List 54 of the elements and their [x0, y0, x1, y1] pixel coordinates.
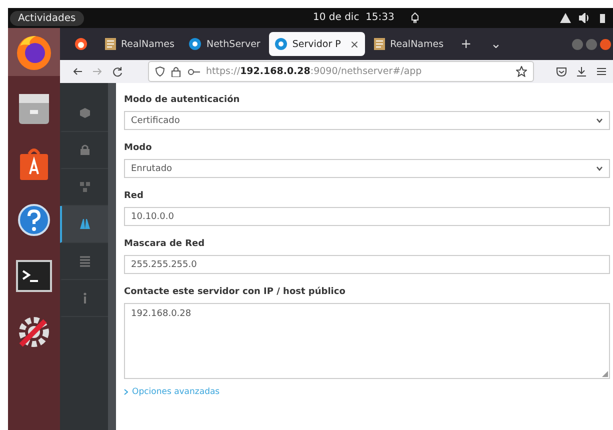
browser-tab[interactable]: NethServer	[183, 32, 266, 56]
lock-icon	[79, 144, 91, 156]
document-icon	[374, 38, 386, 50]
input-field[interactable]: 10.10.0.0	[124, 207, 610, 226]
chevron-down-icon	[596, 118, 603, 123]
back-icon[interactable]	[72, 66, 83, 77]
terminal-icon[interactable]	[16, 260, 52, 292]
server-logo-icon	[275, 38, 288, 50]
shield-icon	[155, 66, 165, 77]
text-area[interactable]: 192.168.0.28	[124, 303, 610, 379]
blocks-icon	[79, 181, 91, 193]
nav-item[interactable]	[60, 206, 108, 243]
close-icon[interactable]	[600, 38, 611, 50]
input-field[interactable]: 255.255.255.0	[124, 255, 610, 274]
url-text: https://192.168.0.28:9090/nethserver#/app	[206, 66, 422, 77]
gear-wrench-icon[interactable]	[16, 314, 52, 350]
chevron-down-icon	[596, 166, 603, 171]
battery-icon[interactable]	[598, 13, 607, 23]
cube-icon	[79, 107, 91, 119]
menu-icon[interactable]	[596, 66, 607, 77]
field-label: Modo	[124, 142, 153, 155]
volume-icon[interactable]	[579, 13, 590, 23]
server-logo-icon	[189, 38, 202, 50]
dock-item[interactable]	[8, 28, 60, 76]
network-icon[interactable]	[560, 13, 571, 23]
address-bar[interactable]: https://192.168.0.28:9090/nethserver#/app	[148, 61, 534, 82]
tab-list-button[interactable]: ⌄	[482, 36, 510, 52]
browser-icon[interactable]	[74, 37, 88, 51]
star-icon[interactable]	[516, 66, 527, 77]
download-icon[interactable]	[576, 66, 587, 77]
chevron-right-icon	[124, 389, 128, 395]
reload-icon[interactable]	[112, 66, 123, 77]
browser-tab[interactable]: RealNames	[99, 32, 180, 56]
list-icon	[79, 255, 91, 267]
shopping-bag-icon[interactable]	[17, 146, 51, 182]
field-label: Mascara de Red	[124, 238, 206, 251]
field-label: Red	[124, 190, 144, 203]
clock[interactable]: 10 de dic 15:33	[313, 12, 394, 23]
dropdown[interactable]: Enrutado	[124, 159, 610, 178]
resize-handle-icon[interactable]	[602, 371, 608, 377]
help-icon[interactable]	[17, 203, 51, 237]
browser-tab[interactable]: RealNames	[368, 32, 450, 56]
field-label: Contacte este servidor con IP / host público	[124, 286, 346, 299]
road-icon	[79, 218, 91, 230]
dropdown[interactable]: Certificado	[124, 111, 610, 130]
key-icon	[188, 68, 200, 76]
new-tab-button[interactable]: +	[452, 36, 480, 52]
close-tab-button[interactable]: ×	[346, 38, 360, 50]
lock-icon	[171, 66, 182, 77]
document-icon	[105, 38, 116, 50]
browser-tab[interactable]: Servidor P ×	[269, 32, 366, 56]
pocket-icon[interactable]	[556, 66, 567, 77]
field-label: Modo de autenticación	[124, 94, 241, 107]
activities-button[interactable]: Actividades	[10, 10, 84, 26]
